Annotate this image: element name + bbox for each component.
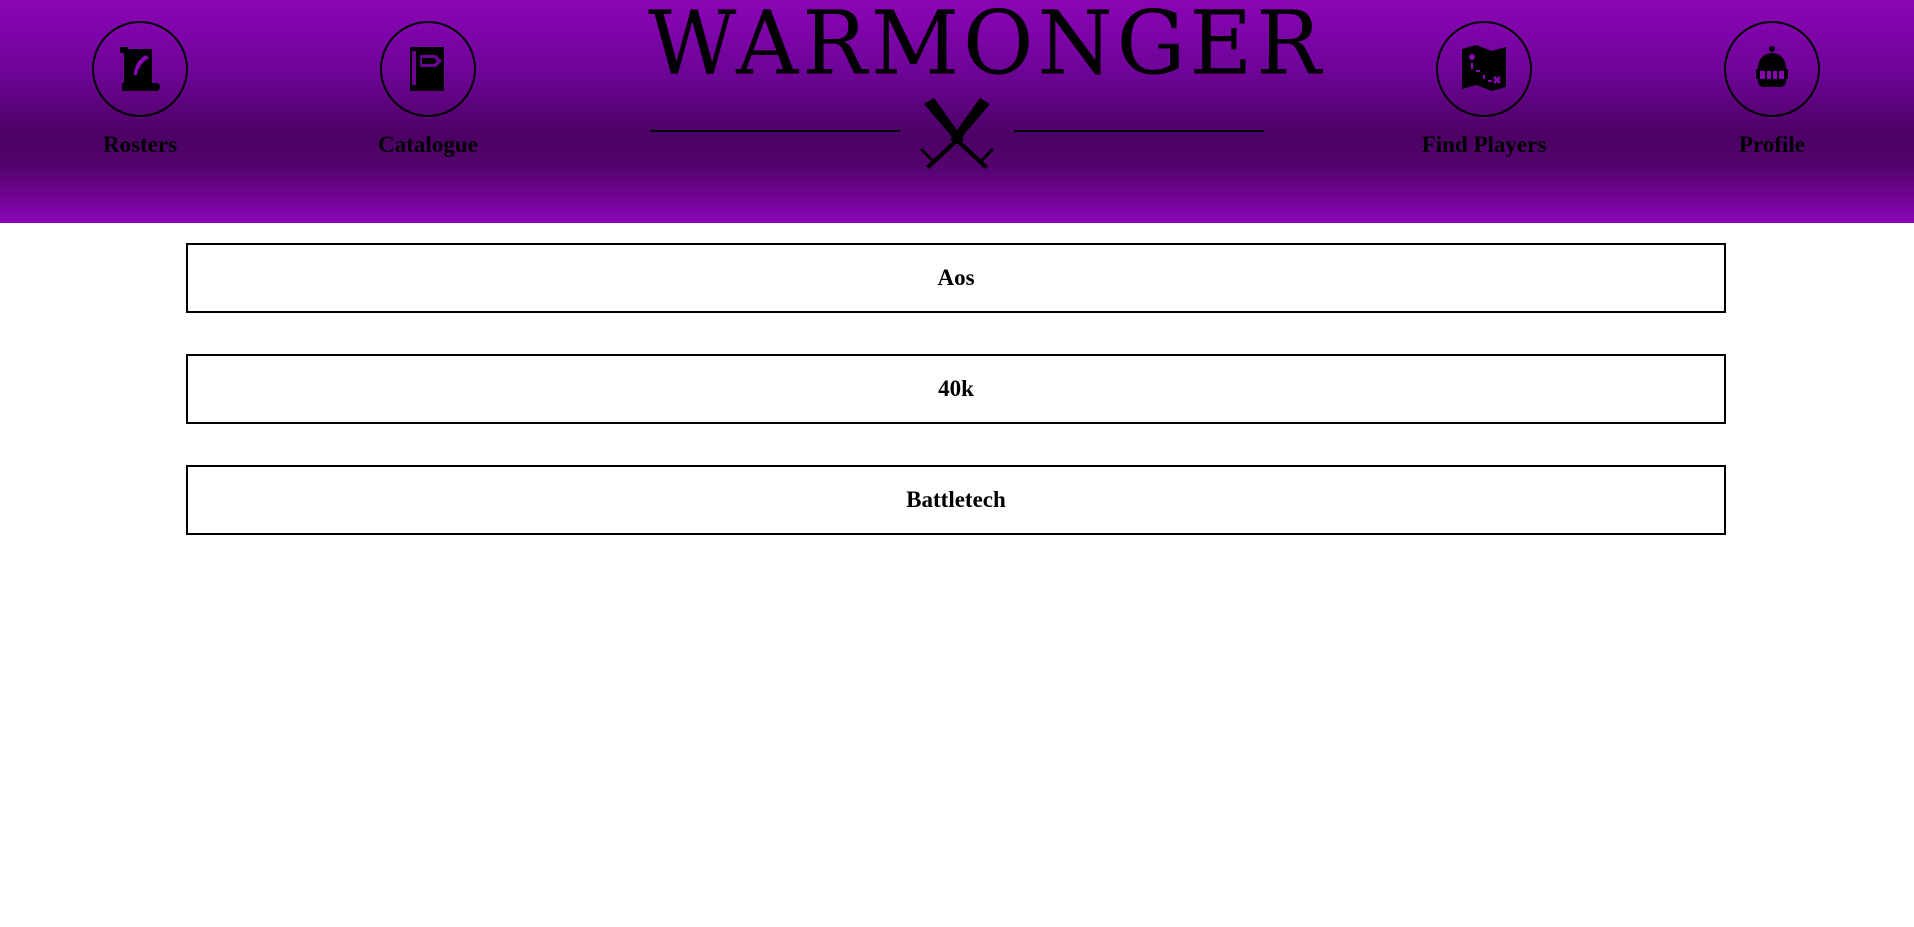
nav-rosters[interactable]: Rosters bbox=[60, 21, 220, 158]
nav-label-profile[interactable]: Profile bbox=[1692, 132, 1852, 158]
nav-catalogue[interactable]: Catalogue bbox=[348, 21, 508, 158]
knight-helmet-icon[interactable] bbox=[1724, 21, 1820, 117]
scroll-quill-icon[interactable] bbox=[92, 21, 188, 117]
game-label[interactable]: 40k bbox=[938, 376, 974, 402]
nav-find-players[interactable]: Find Players bbox=[1404, 21, 1564, 158]
game-list: Aos 40k Battletech bbox=[186, 243, 1726, 576]
game-row-aos[interactable]: Aos bbox=[186, 243, 1726, 313]
game-row-battletech[interactable]: Battletech bbox=[186, 465, 1726, 535]
nav-profile[interactable]: Profile bbox=[1692, 21, 1852, 158]
treasure-map-icon[interactable] bbox=[1436, 21, 1532, 117]
crossed-swords-icon bbox=[920, 98, 994, 169]
logo-divider-left bbox=[650, 130, 900, 132]
logo-title: WARMONGER bbox=[648, 0, 1326, 95]
site-logo[interactable]: WARMONGER bbox=[648, 0, 1326, 178]
book-icon[interactable] bbox=[380, 21, 476, 117]
game-label[interactable]: Aos bbox=[937, 265, 974, 291]
site-header: Rosters Catalogue WARMONGER Find Players… bbox=[0, 0, 1914, 223]
nav-label-rosters[interactable]: Rosters bbox=[60, 132, 220, 158]
logo-divider-right bbox=[1014, 130, 1264, 132]
nav-label-catalogue[interactable]: Catalogue bbox=[348, 132, 508, 158]
game-label[interactable]: Battletech bbox=[906, 487, 1006, 513]
nav-label-find-players[interactable]: Find Players bbox=[1404, 132, 1564, 158]
game-row-40k[interactable]: 40k bbox=[186, 354, 1726, 424]
